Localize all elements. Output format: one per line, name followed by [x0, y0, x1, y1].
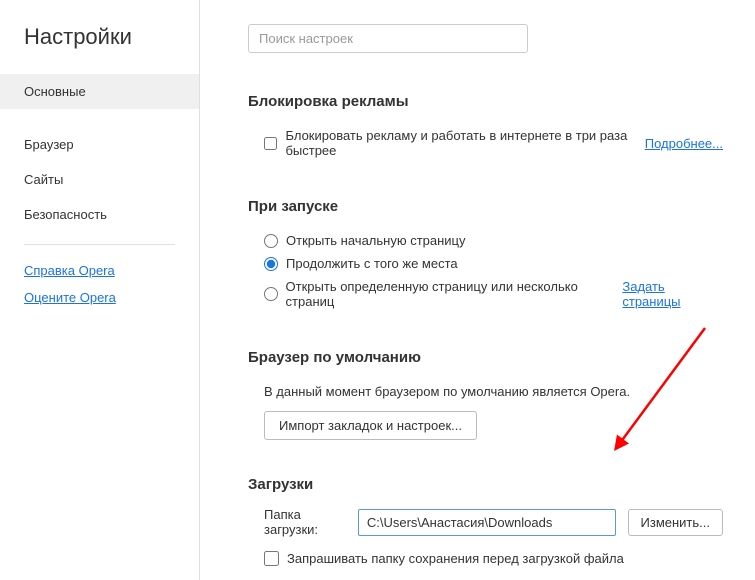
download-path-input[interactable] — [358, 509, 616, 536]
sidebar-item-sites[interactable]: Сайты — [0, 162, 199, 197]
adblock-checkbox[interactable] — [264, 136, 277, 151]
import-button[interactable]: Импорт закладок и настроек... — [264, 411, 477, 440]
checkbox-label: Запрашивать папку сохранения перед загру… — [287, 551, 624, 566]
sidebar-link-rate[interactable]: Оцените Opera — [0, 284, 199, 311]
section-title: Браузер по умолчанию — [248, 349, 723, 366]
change-button[interactable]: Изменить... — [628, 509, 723, 536]
page-title: Настройки — [0, 24, 199, 74]
sidebar-item-basic[interactable]: Основные — [0, 74, 199, 109]
sidebar: Настройки Основные Браузер Сайты Безопас… — [0, 0, 200, 580]
startup-radio-continue[interactable] — [264, 257, 278, 271]
section-adblock: Блокировка рекламы Блокировать рекламу и… — [248, 93, 723, 162]
section-title: При запуске — [248, 198, 723, 215]
adblock-more-link[interactable]: Подробнее... — [645, 136, 723, 151]
radio-label: Открыть определенную страницу или нескол… — [286, 279, 619, 309]
sidebar-item-label: Браузер — [24, 137, 74, 152]
checkbox-label: Блокировать рекламу и работать в интерне… — [285, 128, 641, 158]
link-label[interactable]: Справка Opera — [24, 263, 115, 278]
radio-label: Продолжить с того же места — [286, 256, 458, 271]
divider — [24, 244, 175, 245]
sidebar-item-label: Безопасность — [24, 207, 107, 222]
set-pages-link[interactable]: Задать страницы — [622, 279, 723, 309]
sidebar-item-label: Сайты — [24, 172, 63, 187]
default-browser-status: В данный момент браузером по умолчанию я… — [264, 380, 723, 411]
section-default-browser: Браузер по умолчанию В данный момент бра… — [248, 349, 723, 440]
search-input[interactable] — [248, 24, 528, 53]
radio-label: Открыть начальную страницу — [286, 233, 466, 248]
ask-folder-checkbox[interactable] — [264, 551, 279, 566]
content-area: Блокировка рекламы Блокировать рекламу и… — [200, 0, 755, 580]
section-startup: При запуске Открыть начальную страницу П… — [248, 198, 723, 313]
startup-radio-pages[interactable] — [264, 287, 278, 301]
section-title: Загрузки — [248, 476, 723, 493]
sidebar-item-label: Основные — [24, 84, 86, 99]
section-downloads: Загрузки Папка загрузки: Изменить... Зап… — [248, 476, 723, 570]
sidebar-item-browser[interactable]: Браузер — [0, 127, 199, 162]
startup-radio-home[interactable] — [264, 234, 278, 248]
folder-label: Папка загрузки: — [264, 507, 354, 537]
section-title: Блокировка рекламы — [248, 93, 723, 110]
link-label[interactable]: Оцените Opera — [24, 290, 116, 305]
sidebar-link-help[interactable]: Справка Opera — [0, 257, 199, 284]
sidebar-item-security[interactable]: Безопасность — [0, 197, 199, 232]
